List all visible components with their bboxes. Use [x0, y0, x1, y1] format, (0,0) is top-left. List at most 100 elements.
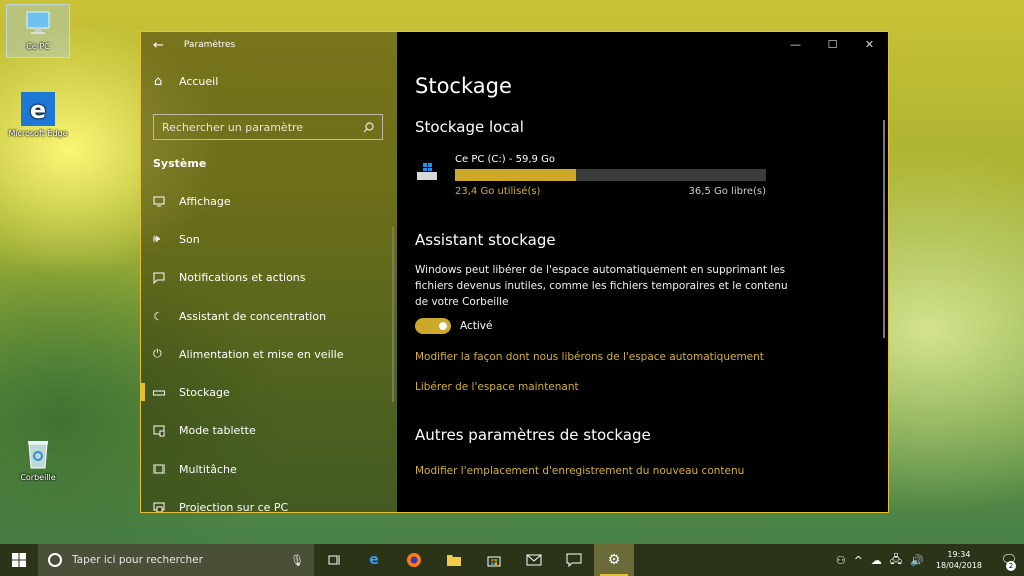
storage-sense-heading: Assistant stockage [415, 231, 556, 249]
desktop-icon-recycle-bin[interactable]: Corbeille [6, 438, 70, 482]
taskbar-store[interactable] [474, 544, 514, 576]
free-space-now-link[interactable]: Libérer de l'espace maintenant [415, 381, 888, 393]
home-icon: ⌂ [154, 73, 163, 89]
message-icon [153, 272, 179, 284]
back-arrow-icon[interactable]: ← [153, 38, 164, 53]
desktop-icon-label: Corbeille [20, 473, 56, 482]
taskbar-feedback[interactable] [554, 544, 594, 576]
taskbar-mail[interactable] [514, 544, 554, 576]
volume-icon[interactable]: 🔊 [910, 554, 924, 567]
sidebar-item-notifications[interactable]: Notifications et actions [141, 259, 397, 297]
firefox-icon [407, 553, 421, 567]
desktop-icon-this-pc[interactable]: Ce PC [6, 4, 70, 58]
taskbar-search-placeholder: Taper ici pour rechercher [72, 554, 203, 566]
main-content: — ☐ ✕ Stockage Stockage local Ce PC (C:)… [397, 32, 888, 512]
computer-icon [26, 11, 50, 34]
tablet-icon [153, 425, 179, 437]
task-view-icon [328, 555, 340, 565]
sidebar-item-storage[interactable]: Stockage [141, 373, 397, 411]
sidebar-item-label: Stockage [179, 386, 230, 400]
cloud-icon[interactable]: ☁ [871, 554, 882, 567]
search-input[interactable] [162, 120, 352, 134]
sidebar-item-focus-assist[interactable]: ☾ Assistant de concentration [141, 297, 397, 335]
sidebar-item-label: Notifications et actions [179, 271, 306, 285]
taskbar-search[interactable]: Taper ici pour rechercher 🎙 [38, 544, 314, 576]
usage-bar-fill [455, 169, 577, 181]
sidebar-item-label: Mode tablette [179, 424, 256, 438]
clock-time: 19:34 [947, 550, 971, 559]
network-icon[interactable]: 🖧 [890, 551, 902, 570]
monitor-icon [153, 196, 179, 207]
edge-icon: e [369, 552, 379, 568]
taskbar-file-explorer[interactable] [434, 544, 474, 576]
change-auto-free-link[interactable]: Modifier la façon dont nous libérons de … [415, 351, 888, 363]
drive-entry[interactable]: Ce PC (C:) - 59,9 Go 23,4 Go utilisé(s) … [415, 154, 888, 197]
sidebar-item-tablet-mode[interactable]: Mode tablette [141, 412, 397, 450]
system-tray: ⚇ ^ ☁ 🖧 🔊 19:34 18/04/2018 🗨 2 [832, 544, 1024, 576]
sidebar-item-multitasking[interactable]: Multitâche [141, 450, 397, 488]
windows-logo-icon [12, 553, 26, 567]
sidebar: ← Paramètres ⌂ Accueil Système Affichage… [141, 32, 397, 512]
sidebar-item-power[interactable]: ⏻ Alimentation et mise en veille [141, 335, 397, 373]
taskbar-firefox[interactable] [394, 544, 434, 576]
power-icon: ⏻ [153, 347, 162, 361]
title-bar: ← Paramètres [141, 32, 397, 58]
edge-icon: e [21, 92, 55, 126]
microphone-icon[interactable]: 🎙 [290, 554, 304, 567]
feedback-icon [566, 553, 582, 567]
page-title: Stockage [415, 74, 512, 98]
change-save-location-link[interactable]: Modifier l'emplacement d'enregistrement … [415, 465, 888, 477]
sidebar-item-label: Projection sur ce PC [179, 501, 289, 513]
taskbar-edge[interactable]: e [354, 544, 394, 576]
sidebar-scrollbar[interactable] [392, 227, 394, 402]
search-box [153, 114, 383, 140]
people-icon[interactable]: ⚇ [836, 554, 846, 567]
multitask-icon [153, 463, 179, 475]
toggle-state-label: Activé [460, 320, 493, 332]
local-storage-heading: Stockage local [415, 118, 524, 136]
search-icon[interactable] [363, 121, 374, 133]
settings-window: ← Paramètres ⌂ Accueil Système Affichage… [140, 31, 889, 513]
store-bag-icon [487, 556, 501, 567]
chevron-up-icon[interactable]: ^ [854, 554, 863, 567]
content-scrollbar[interactable] [883, 120, 885, 338]
section-title: Système [153, 157, 207, 170]
maximize-button[interactable]: ☐ [814, 32, 851, 56]
sidebar-item-projection[interactable]: Projection sur ce PC [141, 488, 397, 513]
minimize-button[interactable]: — [777, 32, 814, 56]
moon-icon: ☾ [153, 309, 163, 323]
sidebar-item-sound[interactable]: 🕪 Son [141, 220, 397, 258]
taskbar: Taper ici pour rechercher 🎙 e ⚙ ⚇ ^ ☁ 🖧 … [0, 544, 1024, 576]
sidebar-item-home[interactable]: ⌂ Accueil [141, 62, 397, 100]
action-center-button[interactable]: 🗨 2 [994, 544, 1024, 576]
sidebar-item-display[interactable]: Affichage [141, 182, 397, 220]
recycle-bin-icon [28, 441, 48, 469]
svg-text:e: e [30, 96, 46, 124]
storage-sense-description: Windows peut libérer de l'espace automat… [415, 264, 788, 308]
projection-icon [153, 502, 179, 512]
task-view-button[interactable] [314, 544, 354, 576]
desktop-icon-label: Microsoft Edge [8, 129, 68, 138]
sidebar-item-label: Alimentation et mise en veille [179, 347, 344, 361]
usage-bar [455, 169, 766, 181]
storage-sense-toggle-row: Activé [415, 318, 888, 334]
clock[interactable]: 19:34 18/04/2018 [936, 549, 982, 571]
desktop-icon-edge[interactable]: e Microsoft Edge [6, 92, 70, 138]
toggle-knob [439, 322, 447, 330]
sidebar-item-label: Affichage [179, 194, 231, 208]
storage-sense-toggle[interactable] [415, 318, 451, 334]
taskbar-settings[interactable]: ⚙ [594, 544, 634, 576]
mail-icon [526, 554, 542, 566]
sidebar-item-label: Assistant de concentration [179, 309, 327, 323]
sidebar-item-label: Accueil [179, 74, 219, 88]
speaker-icon: 🕪 [153, 232, 160, 246]
desktop-icon-label: Ce PC [26, 42, 50, 51]
drive-icon [153, 389, 179, 397]
other-storage-settings-heading: Autres paramètres de stockage [415, 426, 651, 444]
usage-labels: 23,4 Go utilisé(s) 36,5 Go libre(s) [455, 186, 766, 197]
cortana-icon [48, 553, 62, 567]
used-space-label: 23,4 Go utilisé(s) [455, 186, 541, 197]
start-button[interactable] [0, 544, 38, 576]
window-controls: — ☐ ✕ [777, 32, 888, 56]
close-button[interactable]: ✕ [851, 32, 888, 56]
